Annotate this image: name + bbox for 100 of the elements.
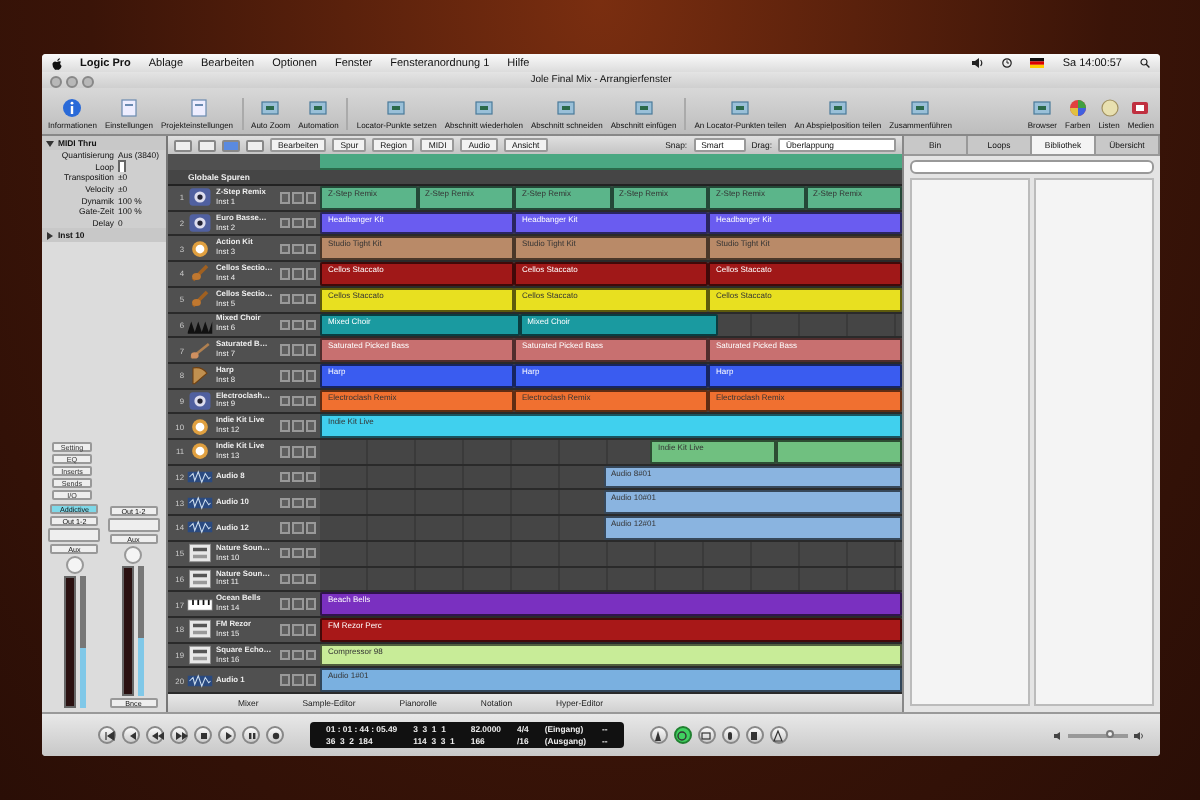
solo-button[interactable] (292, 573, 303, 585)
replace-icon (698, 727, 715, 743)
flag-icon[interactable] (1030, 58, 1045, 68)
record-button[interactable] (305, 370, 316, 382)
volume-fader[interactable] (79, 576, 86, 708)
solo-button[interactable] (292, 497, 303, 509)
transport-button[interactable] (146, 726, 164, 744)
solo-button[interactable] (292, 192, 303, 204)
mute-button[interactable] (279, 344, 290, 356)
record-button[interactable] (305, 293, 316, 305)
bar-ruler[interactable] (320, 154, 902, 170)
mute-button[interactable] (279, 649, 290, 661)
solo-button[interactable] (292, 624, 303, 636)
record-button[interactable] (305, 319, 316, 331)
tool-icon (556, 98, 577, 118)
mute-button[interactable] (279, 598, 290, 610)
solo-button[interactable] (292, 370, 303, 382)
volume-slider-thumb[interactable] (1106, 730, 1114, 738)
transport-button[interactable] (98, 726, 116, 744)
level-meter (122, 566, 135, 696)
transport-button[interactable] (218, 726, 236, 744)
mute-button[interactable] (279, 522, 290, 534)
speaker-low-icon (1054, 731, 1062, 739)
solo-button[interactable] (292, 547, 303, 559)
tool-icon (308, 98, 329, 118)
record-button[interactable] (305, 674, 316, 686)
record-button[interactable] (305, 573, 316, 585)
disclosure-triangle-icon[interactable] (46, 139, 54, 147)
transport-button[interactable] (649, 726, 668, 744)
transport-button[interactable] (122, 726, 140, 744)
record-button[interactable] (305, 649, 316, 661)
mute-button[interactable] (279, 319, 290, 331)
search-icon[interactable] (1140, 58, 1150, 68)
drum-icon (186, 186, 214, 209)
transport-button[interactable] (266, 726, 284, 744)
transport-button[interactable] (745, 726, 764, 744)
record-button[interactable] (305, 497, 316, 509)
record-button[interactable] (305, 192, 316, 204)
record-button[interactable] (305, 243, 316, 254)
solo-button[interactable] (292, 243, 303, 254)
mute-button[interactable] (279, 547, 290, 559)
solo-button[interactable] (292, 598, 303, 610)
record-button[interactable] (305, 420, 316, 432)
volume-fader[interactable] (138, 566, 145, 696)
mute-button[interactable] (279, 624, 290, 636)
mute-button[interactable] (279, 674, 290, 686)
transport-button[interactable] (721, 726, 740, 744)
mute-button[interactable] (279, 471, 290, 483)
region[interactable] (776, 440, 902, 464)
record-button[interactable] (305, 217, 316, 229)
pan-knob[interactable] (124, 546, 143, 564)
record-button[interactable] (305, 624, 316, 636)
record-button[interactable] (305, 471, 316, 483)
transport-button[interactable] (170, 726, 188, 744)
close-button[interactable] (50, 76, 62, 88)
solo-button[interactable] (292, 268, 303, 280)
zoom-button[interactable] (82, 76, 94, 88)
solo-button[interactable] (292, 344, 303, 356)
transport-button[interactable] (194, 726, 212, 744)
solo-button[interactable] (292, 649, 303, 661)
solo-button[interactable] (292, 420, 303, 432)
solo-button[interactable] (292, 319, 303, 331)
record-button[interactable] (305, 395, 316, 407)
solo-button[interactable] (292, 471, 303, 483)
solo-button[interactable] (292, 446, 303, 458)
keyboard-icon (186, 593, 214, 616)
mute-button[interactable] (279, 217, 290, 229)
solo-button[interactable] (292, 217, 303, 229)
record-button[interactable] (305, 446, 316, 458)
record-button[interactable] (305, 268, 316, 280)
mute-button[interactable] (279, 573, 290, 585)
solo-button[interactable] (292, 293, 303, 305)
solo-button[interactable] (292, 395, 303, 407)
solo-button[interactable] (292, 674, 303, 686)
record-button[interactable] (305, 598, 316, 610)
volume-icon[interactable] (972, 58, 985, 68)
minimize-button[interactable] (66, 76, 78, 88)
list-icon (1099, 98, 1120, 118)
mute-button[interactable] (279, 370, 290, 382)
record-button[interactable] (305, 547, 316, 559)
record-button[interactable] (305, 522, 316, 534)
mute-button[interactable] (279, 192, 290, 204)
mute-button[interactable] (279, 395, 290, 407)
mute-button[interactable] (279, 268, 290, 280)
pan-knob[interactable] (65, 556, 84, 574)
transport-button[interactable] (242, 726, 260, 744)
tuner-icon (770, 727, 787, 743)
mute-button[interactable] (279, 293, 290, 305)
transport-button[interactable] (769, 726, 788, 744)
library-column[interactable] (1034, 178, 1154, 706)
transport-button[interactable] (673, 726, 692, 744)
disclosure-triangle-icon[interactable] (46, 231, 54, 240)
mute-button[interactable] (279, 420, 290, 432)
mute-button[interactable] (279, 497, 290, 509)
mute-button[interactable] (279, 446, 290, 458)
record-button[interactable] (305, 344, 316, 356)
solo-button[interactable] (292, 522, 303, 534)
search-field[interactable] (910, 160, 1154, 174)
clock-icon[interactable] (1002, 58, 1013, 68)
mute-button[interactable] (279, 243, 290, 254)
